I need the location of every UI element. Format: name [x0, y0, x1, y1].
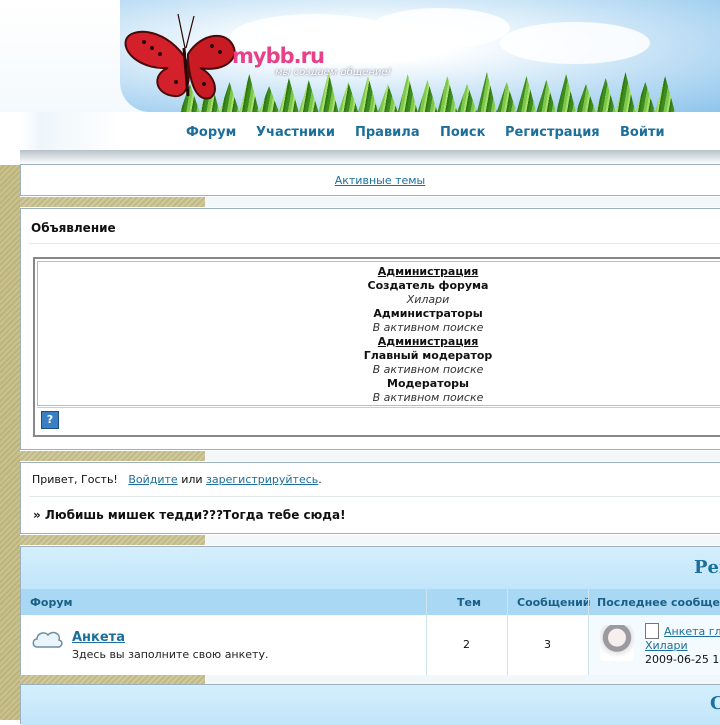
- butterfly-logo-icon: [124, 13, 236, 100]
- forum-category: Рег Форум Тем Сообщений Последнее сообще…: [20, 546, 720, 675]
- greeting-prefix: Привет, Гость!: [32, 473, 118, 486]
- nav-members[interactable]: Участники: [256, 125, 335, 140]
- register-link[interactable]: зарегистрируйтесь: [206, 473, 318, 486]
- staff-name: В активном поиске: [372, 363, 484, 376]
- post-document-icon: [645, 623, 659, 639]
- main-nav: Форум Участники Правила Поиск Регистраци…: [0, 112, 720, 152]
- last-post-date: 2009-06-25 14: [645, 653, 720, 666]
- category-header: С: [21, 685, 720, 725]
- staff-name: В активном поиске: [372, 321, 484, 334]
- col-forum: Форум: [30, 596, 73, 609]
- forum-description: Здесь вы заполните свою анкету.: [72, 648, 269, 661]
- avatar[interactable]: [600, 625, 634, 661]
- staff-name: Хилари: [406, 293, 450, 306]
- left-stripe: [0, 165, 20, 720]
- topic-count: 2: [463, 638, 470, 651]
- teddy-announcement: » Любишь мишек тедди???Тогда тебе сюда!: [33, 508, 346, 522]
- forum-category-2: С: [20, 684, 720, 725]
- staff-role: Главный модератор: [363, 349, 493, 362]
- forum-link[interactable]: Анкета: [72, 630, 125, 645]
- greeting-or: или: [181, 473, 203, 486]
- announcement-box: Администрация Создатель форума Хилари Ад…: [33, 257, 720, 437]
- announcement-content: Администрация Создатель форума Хилари Ад…: [38, 265, 720, 405]
- nav-shadow: [20, 150, 720, 164]
- greeting-line: Привет, Гость! Войдите или зарегистрируй…: [32, 473, 322, 486]
- forum-cloud-icon: [32, 631, 63, 648]
- staff-role: Создатель форума: [367, 279, 489, 292]
- nav-rules[interactable]: Правила: [355, 125, 420, 140]
- table-row: Анкета Здесь вы заполните свою анкету. 2…: [21, 615, 720, 675]
- login-link[interactable]: Войдите: [128, 473, 177, 486]
- announcement-panel: Объявление Администрация Создатель форум…: [20, 208, 720, 450]
- staff-heading[interactable]: Администрация: [38, 335, 720, 349]
- nav-forum[interactable]: Форум: [186, 125, 236, 140]
- help-icon[interactable]: ?: [41, 411, 59, 429]
- announcement-title: Объявление: [31, 221, 116, 235]
- staff-role: Администраторы: [373, 307, 483, 320]
- active-topics-panel: Активные темы: [20, 164, 720, 196]
- last-post-link[interactable]: Анкета гл: [664, 625, 720, 638]
- category-title: С: [710, 693, 720, 714]
- category-title: Рег: [694, 557, 720, 578]
- col-last-post: Последнее сообщение: [597, 596, 720, 609]
- site-logo[interactable]: mybb.ru: [232, 44, 325, 68]
- staff-name: В активном поиске: [372, 391, 484, 404]
- col-topics: Тем: [457, 596, 481, 609]
- last-post-author[interactable]: Хилари: [645, 639, 688, 652]
- greeting-panel: Привет, Гость! Войдите или зарегистрируй…: [20, 462, 720, 534]
- nav-login[interactable]: Войти: [620, 125, 665, 140]
- nav-search[interactable]: Поиск: [440, 125, 485, 140]
- post-count: 3: [544, 638, 551, 651]
- staff-role: Модераторы: [387, 377, 469, 390]
- site-slogan: мы создаем общение!: [275, 67, 392, 78]
- table-header: Форум Тем Сообщений Последнее сообщение: [21, 589, 720, 615]
- nav-register[interactable]: Регистрация: [505, 125, 600, 140]
- col-posts: Сообщений: [517, 596, 591, 609]
- header-banner: mybb.ru мы создаем общение!: [0, 0, 720, 115]
- staff-heading[interactable]: Администрация: [38, 265, 720, 279]
- category-header: Рег: [21, 547, 720, 589]
- active-topics-link[interactable]: Активные темы: [335, 174, 426, 187]
